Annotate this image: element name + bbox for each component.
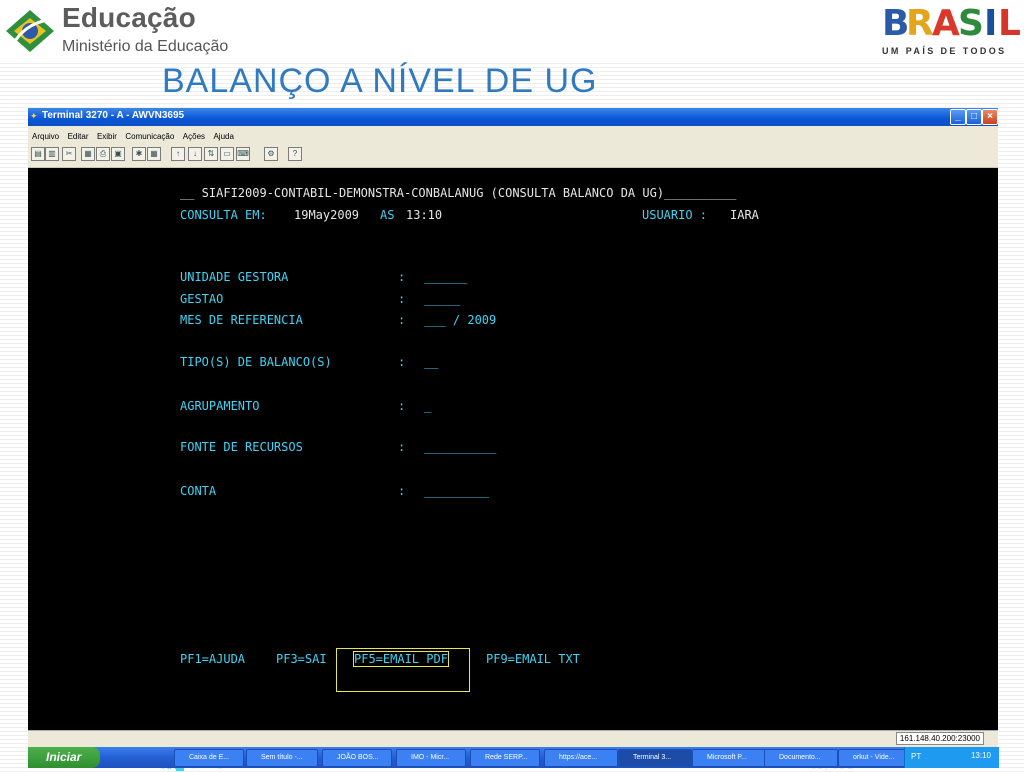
brasil-tagline: UM PAÍS DE TODOS [882, 46, 1007, 56]
copy-icon[interactable]: ▤ [31, 147, 45, 161]
close-icon[interactable]: × [982, 109, 998, 125]
language-indicator[interactable]: PT [911, 752, 921, 761]
tipo-balanco-input[interactable]: __ [424, 355, 438, 369]
print-screen-icon[interactable]: ▣ [111, 147, 125, 161]
logo-title: Educação [62, 2, 196, 33]
field-label-fonte-recursos: FONTE DE RECURSOS [180, 440, 303, 454]
terminal-app-icon: ✦ [30, 111, 38, 121]
brasil-letter: A [932, 3, 960, 44]
education-logo-icon [6, 10, 54, 52]
pf3-key[interactable]: PF3=SAI [276, 652, 327, 666]
mes-referencia-input[interactable]: ___ / 2009 [424, 313, 496, 327]
field-sep: : [398, 270, 406, 284]
field-label-conta: CONTA [180, 484, 217, 498]
settings-icon[interactable]: ⚙ [264, 147, 278, 161]
paste-icon[interactable]: ▥ [45, 147, 59, 161]
field-sep: : [398, 355, 406, 369]
brasil-logo: B R A S I L UM PAÍS DE TODOS [880, 2, 1024, 60]
logo-subtitle: Ministério da Educação [62, 38, 229, 55]
gestao-input[interactable]: _____ [424, 292, 460, 306]
help-icon[interactable]: ? [288, 147, 302, 161]
brasil-letter: R [906, 3, 934, 44]
task-item[interactable]: https://ace... [544, 749, 618, 767]
usuario-value: IARA [730, 208, 759, 222]
task-item[interactable]: IMO - Micr... [396, 749, 466, 767]
page-title: BALANÇO A NÍVEL DE UG [162, 62, 598, 100]
maximize-icon[interactable]: □ [966, 109, 982, 125]
keyboard-icon[interactable]: ⌨ [236, 147, 250, 161]
window-titlebar[interactable]: ✦ Terminal 3270 - A - AWVN3695 _ □ × [28, 108, 998, 126]
task-item[interactable]: Documento... [764, 749, 838, 767]
receive-icon[interactable]: ↓ [188, 147, 202, 161]
consulta-time: 13:10 [406, 208, 443, 222]
as-label: AS [380, 208, 395, 222]
system-tray: PT 13:10 [904, 747, 999, 768]
clipboard-icon[interactable]: ▦ [81, 147, 95, 161]
consulta-label: CONSULTA EM: [180, 208, 267, 222]
minimize-icon[interactable]: _ [950, 109, 966, 125]
menu-comunicacao[interactable]: Comunicação [125, 132, 174, 141]
task-item[interactable]: Caixa de E... [174, 749, 244, 767]
file-icon[interactable]: ▭ [220, 147, 234, 161]
field-sep: : [398, 484, 406, 498]
field-sep: : [398, 399, 406, 413]
field-label-tipo-balanco: TIPO(S) DE BALANCO(S) [180, 355, 332, 369]
pf9-key[interactable]: PF9=EMAIL TXT [486, 652, 580, 666]
menu-ajuda[interactable]: Ajuda [213, 132, 233, 141]
menu-exibir[interactable]: Exibir [97, 132, 117, 141]
task-item-active[interactable]: Terminal 3... [618, 749, 692, 767]
print-icon[interactable]: ⎙ [96, 147, 110, 161]
task-item[interactable]: Rede SERP... [470, 749, 540, 767]
transfer-icon[interactable]: ⇅ [204, 147, 218, 161]
pf1-key[interactable]: PF1=AJUDA [180, 652, 245, 666]
send-icon[interactable]: ↑ [171, 147, 185, 161]
consulta-date: 19May2009 [294, 208, 360, 222]
window-statusbar: 161.148.40.200:23000 [28, 730, 998, 747]
unidade-gestora-input[interactable]: ______ [424, 270, 467, 284]
brasil-letter: S [958, 3, 984, 44]
clock: 13:10 [970, 751, 991, 760]
terminal-window: ✦ Terminal 3270 - A - AWVN3695 _ □ × Arq… [28, 108, 998, 772]
screen-header-line: __ SIAFI2009-CONTABIL-DEMONSTRA-CONBALAN… [180, 186, 737, 200]
menu-arquivo[interactable]: Arquivo [32, 132, 59, 141]
task-item[interactable]: Sem título -... [246, 749, 318, 767]
brasil-letter: I [984, 3, 998, 44]
terminal-screen[interactable]: __ SIAFI2009-CONTABIL-DEMONSTRA-CONBALAN… [28, 168, 998, 772]
cut-icon[interactable]: ✂ [62, 147, 76, 161]
host-address: 161.148.40.200:23000 [895, 732, 984, 745]
taskbar: Iniciar Caixa de E... Sem título -... JO… [28, 747, 999, 768]
grid-icon[interactable]: ▦ [147, 147, 161, 161]
field-label-agrupamento: AGRUPAMENTO [180, 399, 260, 413]
menu-editar[interactable]: Editar [68, 132, 89, 141]
task-item[interactable]: orkut - Vide... [838, 749, 912, 767]
task-item[interactable]: Microsoft P... [692, 749, 766, 767]
selection-box [336, 648, 470, 692]
macro-icon[interactable]: ✱ [132, 147, 146, 161]
slide-header: Educação Ministério da Educação B R A S … [0, 0, 1024, 62]
field-sep: : [398, 440, 406, 454]
conta-input[interactable]: _________ [424, 484, 489, 498]
brasil-letter: L [998, 3, 1021, 44]
field-label-gestao: GESTAO [180, 292, 224, 306]
field-label-mes-referencia: MES DE REFERENCIA [180, 313, 303, 327]
task-item[interactable]: JOÃO BOS... [322, 749, 392, 767]
field-sep: : [398, 292, 406, 306]
menu-bar: Arquivo Editar Exibir Comunicação Ações … [28, 126, 998, 141]
field-label-unidade-gestora: UNIDADE GESTORA [180, 270, 289, 284]
toolbar: ▤ ▥ ✂ ▦ ⎙ ▣ ✱ ▦ ↑ ↓ ⇅ ▭ ⌨ ⚙ ? [28, 141, 998, 168]
field-sep: : [398, 313, 406, 327]
usuario-label: USUARIO : [642, 208, 708, 222]
start-button[interactable]: Iniciar [28, 747, 100, 768]
window-title: Terminal 3270 - A - AWVN3695 [42, 110, 185, 121]
menu-acoes[interactable]: Ações [183, 132, 205, 141]
agrupamento-input[interactable]: _ [424, 399, 431, 413]
fonte-recursos-input[interactable]: __________ [424, 440, 496, 454]
